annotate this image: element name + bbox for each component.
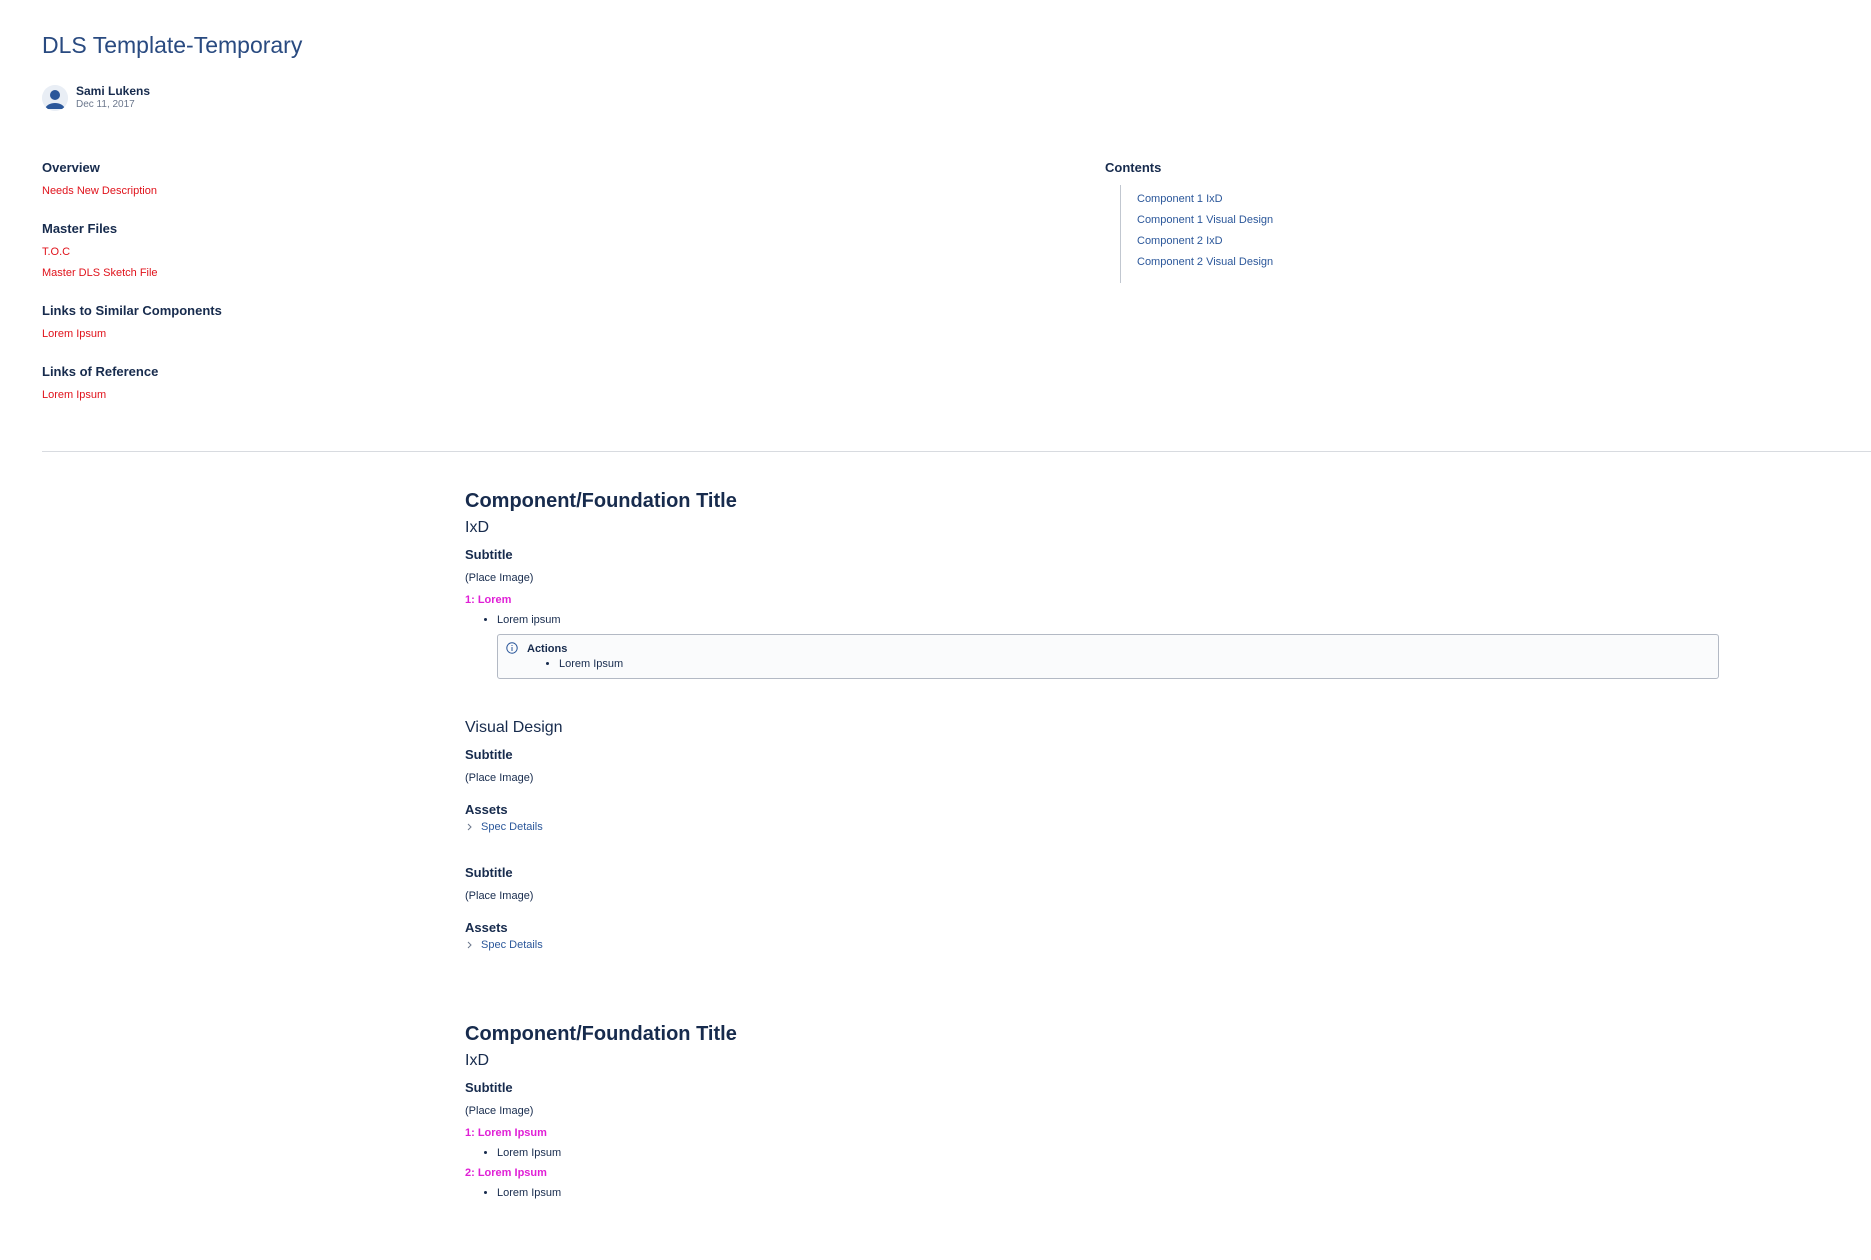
similar-components-heading: Links to Similar Components (42, 303, 222, 318)
chevron-right-icon (467, 941, 472, 949)
subtitle-heading: Subtitle (465, 547, 513, 562)
list-item: Lorem ipsum (497, 614, 1725, 626)
list-item: Lorem Ipsum (559, 658, 623, 670)
toc-link[interactable]: T.O.C (42, 246, 542, 258)
bullet-list: Lorem Ipsum (465, 1187, 1725, 1199)
subtitle-heading: Subtitle (465, 865, 513, 880)
place-image-text: (Place Image) (465, 1105, 534, 1117)
toc-item-component-1-ixd[interactable]: Component 1 IxD (1137, 193, 1405, 205)
toc-item-component-2-ixd[interactable]: Component 2 IxD (1137, 235, 1405, 247)
assets-heading: Assets (465, 802, 508, 817)
contents-section: Contents Component 1 IxD Component 1 Vis… (1105, 160, 1405, 283)
toc-item-component-2-visual[interactable]: Component 2 Visual Design (1137, 256, 1405, 268)
subtitle-heading: Subtitle (465, 747, 513, 762)
info-panel: Actions Lorem Ipsum (497, 634, 1719, 679)
component-title-1: Component/Foundation Title (465, 490, 737, 512)
visual-design-heading: Visual Design (465, 719, 563, 736)
numbered-heading: 2: Lorem Ipsum (465, 1167, 547, 1179)
master-sketch-link[interactable]: Master DLS Sketch File (42, 267, 542, 279)
place-image-text: (Place Image) (465, 890, 534, 902)
component-title-2: Component/Foundation Title (465, 1023, 737, 1045)
bullet-list: Lorem ipsum (465, 614, 1725, 626)
master-files-heading: Master Files (42, 221, 118, 236)
overview-heading: Overview (42, 160, 100, 175)
contents-heading: Contents (1105, 160, 1162, 175)
avatar[interactable] (42, 85, 68, 111)
panel-title: Actions (527, 643, 568, 655)
numbered-heading: 1: Lorem (465, 594, 512, 606)
list-item: Lorem Ipsum (497, 1187, 1725, 1199)
spec-details-expand[interactable]: Spec Details (465, 939, 1725, 951)
needs-description-link[interactable]: Needs New Description (42, 185, 542, 197)
place-image-text: (Place Image) (465, 772, 534, 784)
reference-links-heading: Links of Reference (42, 364, 159, 379)
publish-date: Dec 11, 2017 (76, 99, 135, 110)
reference-link[interactable]: Lorem Ipsum (42, 389, 542, 401)
overview-section: Overview Needs New Description Master Fi… (42, 160, 542, 425)
user-icon (42, 85, 68, 111)
byline: Sami Lukens Dec 11, 2017 (42, 84, 150, 112)
bullet-list: Lorem Ipsum (465, 1147, 1725, 1159)
numbered-heading: 1: Lorem Ipsum (465, 1127, 547, 1139)
place-image-text: (Place Image) (465, 572, 534, 584)
main-content: Component/Foundation Title IxD Subtitle … (465, 490, 1725, 1207)
ixd-heading-1: IxD (465, 519, 489, 536)
divider (42, 451, 1871, 452)
table-of-contents: Component 1 IxD Component 1 Visual Desig… (1120, 185, 1405, 283)
chevron-right-icon (467, 823, 472, 831)
ixd-heading-2: IxD (465, 1052, 489, 1069)
assets-heading: Assets (465, 920, 508, 935)
spec-details-link[interactable]: Spec Details (481, 939, 543, 951)
page-title: DLS Template-Temporary (42, 32, 303, 58)
similar-component-link[interactable]: Lorem Ipsum (42, 328, 542, 340)
author-name[interactable]: Sami Lukens (76, 84, 150, 98)
toc-item-component-1-visual[interactable]: Component 1 Visual Design (1137, 214, 1405, 226)
panel-list: Lorem Ipsum (527, 658, 623, 670)
info-icon (506, 642, 518, 654)
spec-details-link[interactable]: Spec Details (481, 821, 543, 833)
page: DLS Template-Temporary Sami Lukens Dec 1… (0, 0, 1871, 1260)
list-item: Lorem Ipsum (497, 1147, 1725, 1159)
spec-details-expand[interactable]: Spec Details (465, 821, 1725, 833)
subtitle-heading: Subtitle (465, 1080, 513, 1095)
